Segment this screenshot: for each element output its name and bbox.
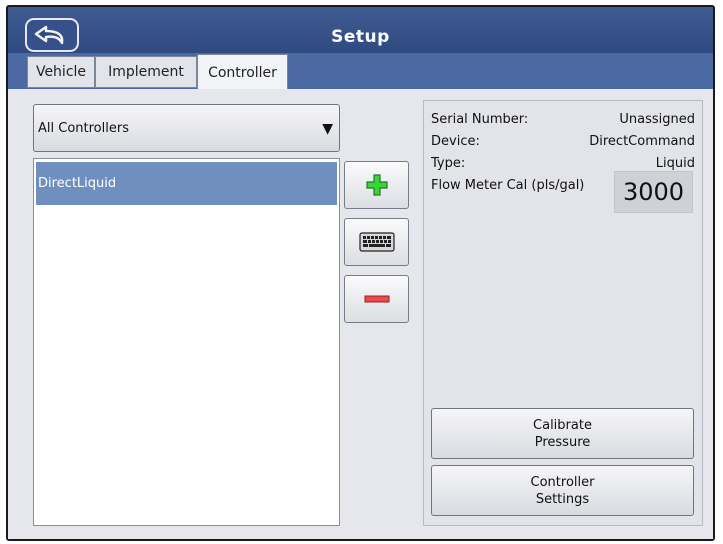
controller-list[interactable]: DirectLiquid — [33, 158, 340, 526]
keyboard-icon — [358, 232, 395, 252]
controller-filter-dropdown[interactable]: All Controllers ▼ — [33, 104, 340, 152]
remove-controller-button[interactable] — [344, 275, 409, 323]
dropdown-selected-label: All Controllers — [38, 120, 129, 136]
dropdown-arrow-icon: ▼ — [322, 121, 333, 137]
controller-settings-button[interactable]: Controller Settings — [431, 465, 694, 516]
add-controller-button[interactable] — [344, 161, 409, 209]
list-item[interactable]: DirectLiquid — [36, 162, 337, 205]
serial-number-row: Serial Number: Unassigned — [431, 112, 695, 127]
controller-settings-line2: Settings — [535, 491, 590, 507]
minus-icon — [364, 295, 389, 303]
controller-settings-line1: Controller — [530, 474, 595, 490]
type-value: Liquid — [655, 156, 695, 171]
tab-vehicle[interactable]: Vehicle — [27, 56, 95, 88]
device-value: DirectCommand — [589, 134, 695, 149]
device-label: Device: — [431, 134, 480, 149]
tab-controller[interactable]: Controller — [197, 54, 288, 90]
flow-meter-cal-label: Flow Meter Cal (pls/gal) — [431, 178, 585, 193]
serial-number-label: Serial Number: — [431, 112, 529, 127]
edit-controller-button[interactable] — [344, 218, 409, 266]
tab-implement[interactable]: Implement — [95, 56, 197, 88]
calibrate-pressure-line2: Pressure — [534, 434, 591, 450]
type-label: Type: — [431, 156, 466, 171]
flow-meter-cal-field[interactable]: 3000 — [614, 171, 693, 213]
page-title: Setup — [331, 27, 390, 47]
type-row: Type: Liquid — [431, 156, 695, 171]
calibrate-pressure-button[interactable]: Calibrate Pressure — [431, 408, 694, 459]
serial-number-value: Unassigned — [619, 112, 695, 127]
plus-icon — [365, 174, 388, 196]
header-bar: Setup — [8, 7, 713, 53]
calibrate-pressure-line1: Calibrate — [533, 417, 592, 433]
device-row: Device: DirectCommand — [431, 134, 695, 149]
